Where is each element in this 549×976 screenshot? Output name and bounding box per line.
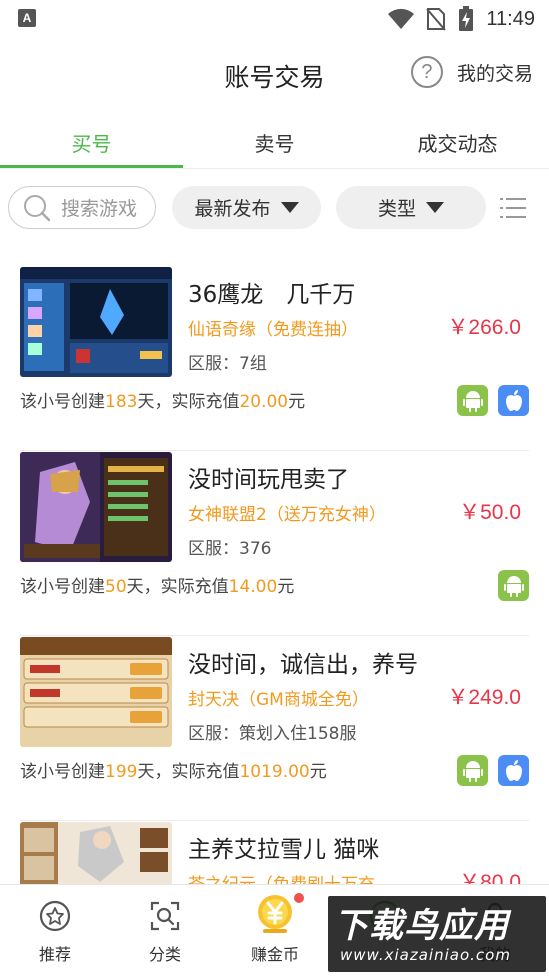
my-trades-button[interactable]: ? 我的交易 — [410, 56, 533, 88]
listing-divider — [20, 820, 529, 821]
nav-category-label: 分类 — [148, 945, 181, 964]
listing-game: 封天决（GM商城全免） — [188, 690, 369, 710]
search-placeholder: 搜索游戏 — [61, 198, 138, 220]
listing-title: 没时间玩甩卖了 — [188, 467, 349, 493]
platform-badges — [457, 755, 529, 786]
listing-price: ￥50.0 — [459, 501, 521, 524]
listing-title: 主养艾拉雪儿 猫咪 — [188, 837, 380, 863]
listing-meta: 该小号创建183天，实际充值20.00元 — [20, 392, 306, 412]
tab-buy[interactable]: 买号 — [0, 112, 183, 168]
type-dropdown[interactable]: 类型 — [336, 186, 486, 229]
tab-bar: 买号 卖号 成交动态 — [0, 112, 549, 168]
yen-coin-icon — [258, 895, 292, 933]
game-screenshot-thumbnail — [20, 452, 172, 562]
filter-row: 搜索游戏 最新发布 类型 — [0, 186, 549, 230]
listing-server: 区服：7组 — [188, 354, 267, 374]
sort-dropdown[interactable]: 最新发布 — [172, 186, 321, 229]
nav-category[interactable]: 分类 — [110, 885, 220, 976]
my-trades-label: 我的交易 — [456, 62, 533, 85]
status-bar: A 11:49 — [0, 0, 549, 38]
game-screenshot-thumbnail — [20, 822, 172, 884]
tabs-divider — [0, 168, 549, 169]
apple-icon — [498, 385, 529, 416]
android-icon — [457, 385, 488, 416]
nav-recommend[interactable]: 推荐 — [0, 885, 110, 976]
tab-deals[interactable]: 成交动态 — [366, 112, 549, 168]
notification-dot — [294, 893, 304, 903]
battery-charging-icon — [459, 6, 474, 31]
listing-price: ￥266.0 — [447, 316, 521, 339]
game-screenshot-thumbnail — [20, 267, 172, 377]
platform-badges — [457, 385, 529, 416]
tab-sell[interactable]: 卖号 — [183, 112, 366, 168]
caret-down-icon — [280, 202, 299, 213]
listing-divider — [20, 450, 529, 451]
game-screenshot-thumbnail — [20, 637, 172, 747]
list-view-icon[interactable] — [500, 195, 526, 221]
star-badge-icon — [39, 900, 71, 932]
nav-earn-label: 赚金币 — [250, 945, 299, 964]
nav-recommend-label: 推荐 — [38, 945, 71, 964]
search-input[interactable]: 搜索游戏 — [8, 186, 156, 229]
listing-meta: 该小号创建50天，实际充值14.00元 — [20, 577, 295, 597]
wifi-icon — [388, 8, 415, 29]
header: 账号交易 ? 我的交易 — [0, 38, 549, 112]
android-icon — [498, 570, 529, 601]
listing-game: 仙语奇缘（免费连抽） — [188, 320, 358, 340]
type-label: 类型 — [377, 198, 416, 220]
sort-label: 最新发布 — [194, 198, 271, 220]
listing-item[interactable]: 没时间玩甩卖了 女神联盟2（送万充女神） 区服：376 ￥50.0 该小号创建5… — [0, 452, 549, 636]
status-icons: 11:49 — [388, 6, 535, 32]
clock: 11:49 — [486, 7, 535, 30]
nav-earn-coins[interactable]: 赚金币 — [220, 885, 330, 976]
listing-title: 36鹰龙 几千万 — [188, 282, 356, 308]
listing-meta: 该小号创建199天，实际充值1019.00元 — [20, 762, 327, 782]
listing-game: 苍之纪元（免费刷十万充 — [188, 870, 375, 884]
listing-item[interactable]: 没时间，诚信出，养号 封天决（GM商城全免） 区服：策划入住158服 ￥249.… — [0, 637, 549, 821]
listing-price: ￥249.0 — [447, 686, 521, 709]
listing-server: 区服：376 — [188, 539, 272, 559]
apple-icon — [498, 755, 529, 786]
search-square-icon — [150, 901, 180, 931]
help-icon: ? — [410, 56, 443, 88]
search-icon — [24, 194, 51, 221]
watermark-url: www.xiazainiao.com — [340, 946, 511, 964]
listing-item[interactable]: 主养艾拉雪儿 猫咪 苍之纪元（免费刷十万充 ￥80.0 — [0, 822, 549, 884]
caret-down-icon — [426, 202, 444, 213]
listing-price: ￥80.0 — [459, 871, 521, 884]
listing-item[interactable]: 36鹰龙 几千万 仙语奇缘（免费连抽） 区服：7组 ￥266.0 该小号创建18… — [0, 267, 549, 451]
listing-divider — [20, 635, 529, 636]
platform-badges — [498, 570, 529, 601]
watermark-logo: 下载鸟应用 www.xiazainiao.com — [328, 896, 546, 972]
watermark-title: 下载鸟应用 — [334, 906, 509, 946]
notification-icon: A — [18, 9, 36, 27]
no-sim-icon — [426, 8, 447, 31]
listing-server: 区服：策划入住158服 — [188, 724, 357, 744]
android-icon — [457, 755, 488, 786]
listing-game: 女神联盟2（送万充女神） — [188, 505, 386, 525]
listing-title: 没时间，诚信出，养号 — [188, 652, 418, 678]
